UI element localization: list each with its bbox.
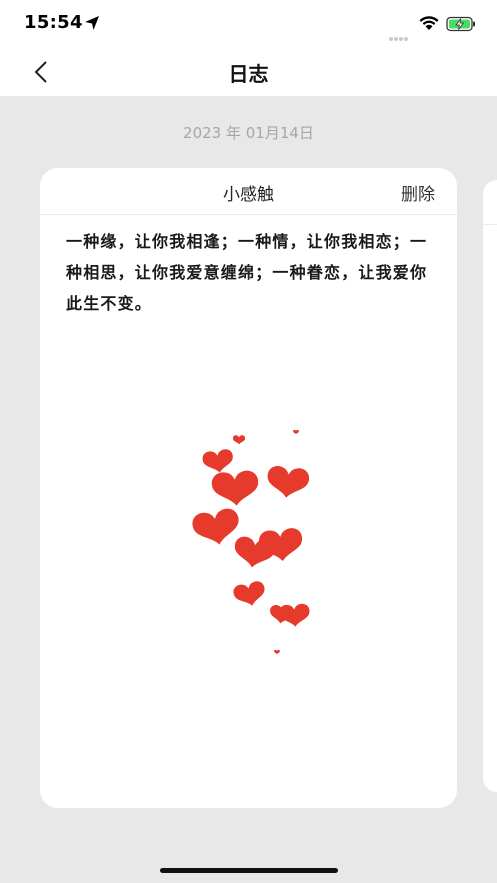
heart-icon — [232, 579, 268, 610]
heart-icon — [232, 435, 246, 445]
status-time: 15:54 — [24, 12, 83, 33]
cellular-signal-icon — [389, 26, 409, 45]
status-bar: 15:54 — [0, 0, 497, 48]
next-card-peek[interactable] — [483, 180, 497, 792]
home-indicator[interactable] — [160, 868, 338, 873]
page-title: 日志 — [228, 62, 269, 86]
location-arrow-icon — [85, 16, 99, 30]
heart-icon — [201, 448, 235, 475]
heart-icon — [211, 469, 260, 508]
journal-card: 小感触 删除 一种缘，让你我相逢；一种情，让你我相恋；一种相思，让你我爱意缠绵；… — [40, 168, 457, 808]
battery-charging-icon — [446, 16, 475, 32]
heart-icon — [265, 465, 311, 500]
heart-icon — [190, 506, 243, 549]
nav-bar: 日志 — [0, 48, 497, 96]
wifi-icon — [419, 16, 439, 30]
heart-icon — [278, 603, 311, 628]
entry-date: 2023 年 01月14日 — [183, 124, 314, 142]
heart-icon — [274, 649, 280, 655]
heart-icon — [293, 429, 299, 435]
hearts-illustration — [190, 429, 311, 655]
